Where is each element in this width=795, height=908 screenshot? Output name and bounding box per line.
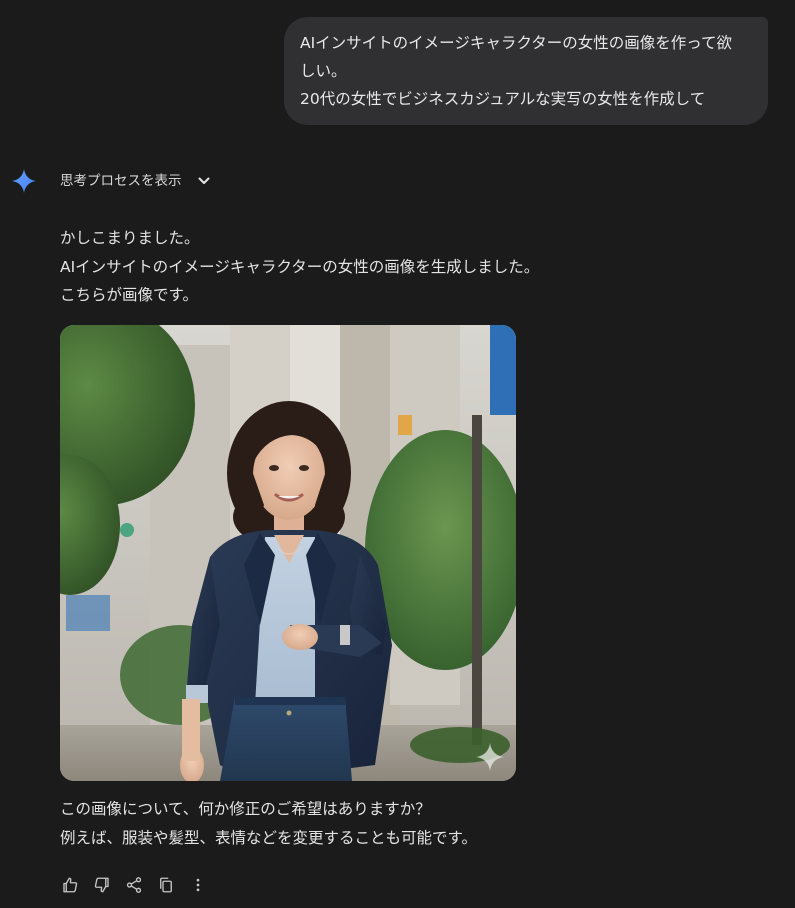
user-message-line: しい。 bbox=[300, 62, 347, 80]
more-vert-icon bbox=[196, 878, 200, 892]
reply-line: AIインサイトのイメージキャラクターの女性の画像を生成しました。 bbox=[60, 257, 540, 276]
user-message-line: 20代の女性でビジネスカジュアルな実写の女性を作成して bbox=[300, 90, 706, 108]
thumbs-up-icon bbox=[63, 877, 78, 893]
share-button[interactable] bbox=[122, 873, 146, 897]
reply-line: かしこまりました。 bbox=[60, 229, 200, 247]
show-thinking-label[interactable]: 思考プロセスを表示 bbox=[60, 171, 182, 191]
user-message-bubble: AIインサイトのイメージキャラクターの女性の画像を作って欲 しい。 20代の女性… bbox=[284, 17, 768, 125]
thumbs-down-button[interactable] bbox=[90, 873, 114, 897]
copy-icon bbox=[160, 877, 172, 893]
gemini-spark-icon bbox=[12, 169, 36, 193]
thumbs-down-icon bbox=[94, 877, 109, 893]
model-reply-text: かしこまりました。 AIインサイトのイメージキャラクターの女性の画像を生成しまし… bbox=[60, 224, 539, 310]
user-message-line: AIインサイトのイメージキャラクターの女性の画像を作って欲 bbox=[300, 34, 732, 52]
followup-text: この画像について、何か修正のご希望はありますか？ 例えば、服装や髪型、表情などを… bbox=[60, 795, 477, 852]
followup-line: この画像について、何か修正のご希望はありますか？ bbox=[60, 800, 431, 818]
chevron-down-icon[interactable] bbox=[195, 172, 213, 190]
followup-line: 例えば、服装や髪型、表情などを変更することも可能です。 bbox=[60, 828, 477, 847]
copy-button[interactable] bbox=[154, 873, 178, 897]
share-icon bbox=[126, 877, 142, 893]
thumbs-up-button[interactable] bbox=[58, 873, 82, 897]
generated-image[interactable] bbox=[60, 325, 516, 781]
reply-line: こちらが画像です。 bbox=[60, 286, 198, 304]
more-options-button[interactable] bbox=[186, 873, 210, 897]
chat-page: AIインサイトのイメージキャラクターの女性の画像を作って欲 しい。 20代の女性… bbox=[0, 0, 795, 908]
